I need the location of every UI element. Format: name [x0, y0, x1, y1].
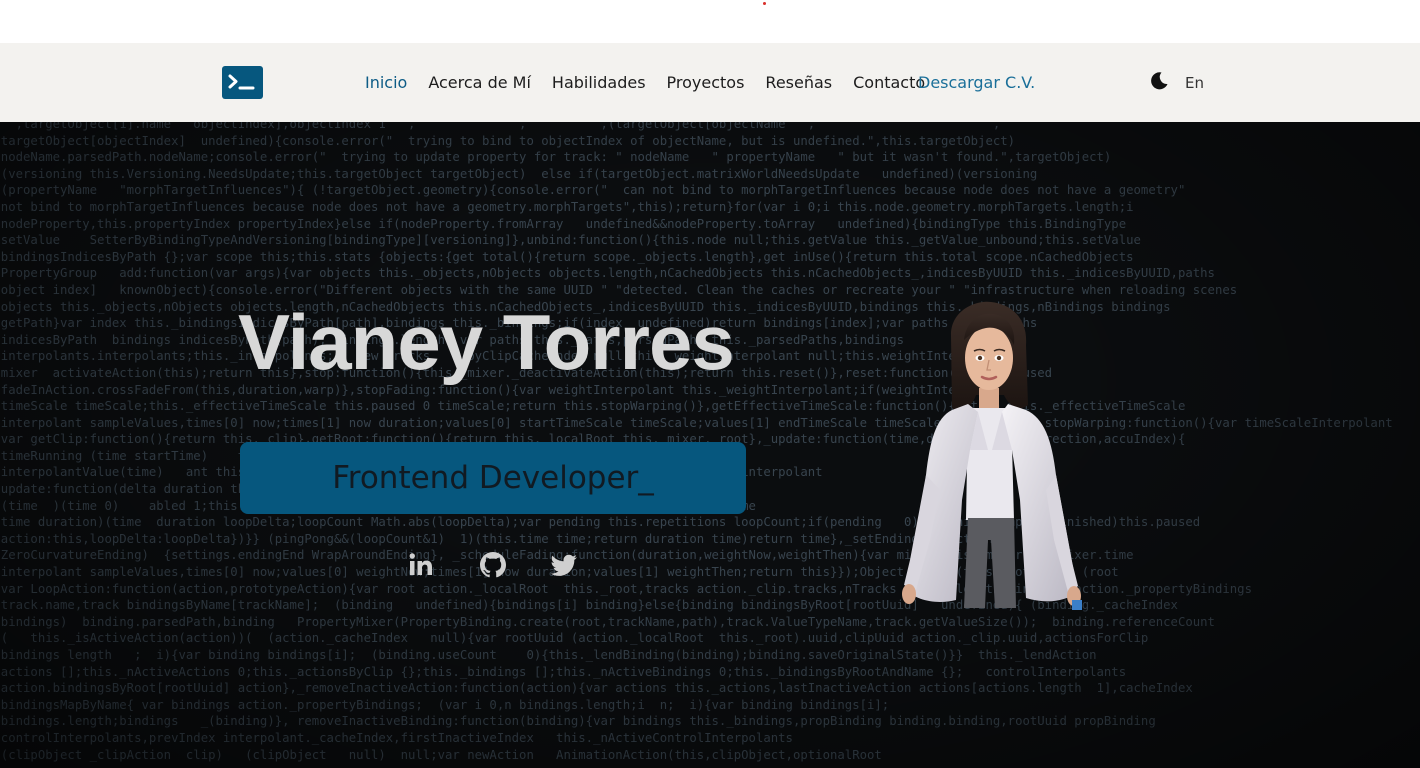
nav-link-habilidades[interactable]: Habilidades [552, 73, 646, 92]
nav-link-proyectos[interactable]: Proyectos [667, 73, 745, 92]
download-cv-link[interactable]: Descargar C.V. [918, 73, 1035, 92]
twitter-icon[interactable] [549, 550, 579, 580]
nav-link-acerca[interactable]: Acerca de Mí [428, 73, 531, 92]
role-banner: Frontend Developer_ [240, 442, 746, 514]
hero-name: Vianey Torres [238, 298, 735, 386]
loading-dot [763, 2, 766, 5]
hero-section: ,targetObject[1].name objectIndex],objec… [0, 122, 1420, 768]
moon-icon[interactable] [1149, 71, 1169, 91]
nav-link-resenas[interactable]: Reseñas [765, 73, 832, 92]
navbar: Inicio Acerca de Mí Habilidades Proyecto… [0, 43, 1420, 122]
nav-menu: Inicio Acerca de Mí Habilidades Proyecto… [365, 73, 946, 92]
top-strip [0, 0, 1420, 43]
linkedin-icon[interactable] [406, 550, 436, 580]
nav-link-inicio[interactable]: Inicio [365, 73, 407, 92]
nav-link-contacto[interactable]: Contacto [853, 73, 925, 92]
avatar-3d-character [896, 300, 1086, 610]
role-text: Frontend Developer_ [332, 460, 654, 496]
language-toggle[interactable]: En [1185, 74, 1204, 92]
terminal-icon[interactable] [222, 66, 263, 99]
github-icon[interactable] [478, 550, 508, 580]
